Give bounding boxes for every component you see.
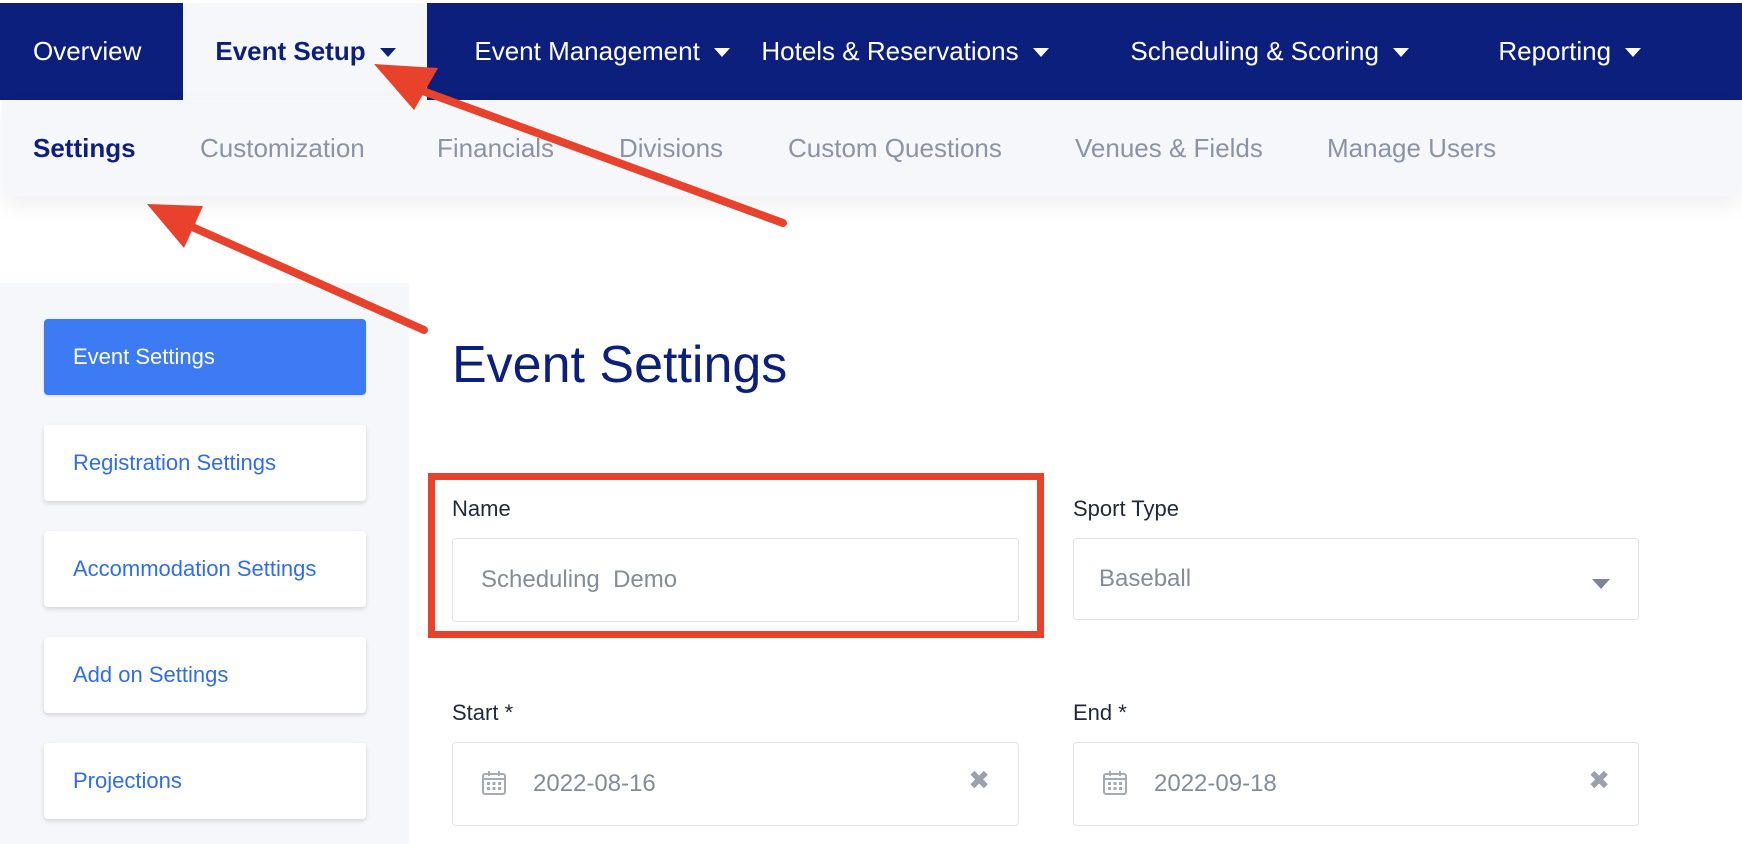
start-date-value: 2022-08-16 xyxy=(533,770,656,797)
subtab-manage-users[interactable]: Manage Users xyxy=(1327,100,1496,196)
settings-sidebar: Event Settings Registration Settings Acc… xyxy=(0,283,409,844)
annotation-arrowhead xyxy=(147,204,203,248)
sidebar-item-accommodation-settings[interactable]: Accommodation Settings xyxy=(44,531,366,607)
sidebar-item-registration-settings[interactable]: Registration Settings xyxy=(44,425,366,501)
app-root: Overview Event Setup Event Management Ho… xyxy=(0,0,1742,844)
top-nav: Overview Event Setup Event Management Ho… xyxy=(0,3,1742,100)
subtab-settings[interactable]: Settings xyxy=(33,100,136,196)
tab-hotels-reservations[interactable]: Hotels & Reservations xyxy=(761,3,1130,100)
tab-label: Overview xyxy=(33,36,142,66)
sidebar-item-label: Add on Settings xyxy=(73,662,229,687)
sub-nav: Settings Customization Financials Divisi… xyxy=(2,100,1742,196)
sidebar-item-label: Registration Settings xyxy=(73,450,276,475)
subtab-label: Settings xyxy=(33,132,136,163)
sidebar-item-label: Accommodation Settings xyxy=(73,556,317,581)
subtab-venues-fields[interactable]: Venues & Fields xyxy=(1075,100,1263,196)
chevron-down-icon xyxy=(1592,579,1610,589)
sport-type-select[interactable]: Baseball xyxy=(1073,538,1639,620)
caret-down-icon xyxy=(1625,48,1642,57)
subtab-label: Divisions xyxy=(619,132,724,163)
sidebar-item-event-settings[interactable]: Event Settings xyxy=(44,319,366,395)
tab-event-management[interactable]: Event Management xyxy=(427,3,761,100)
calendar-icon xyxy=(1103,771,1127,795)
sport-type-label: Sport Type xyxy=(1073,496,1179,521)
sidebar-item-label: Projections xyxy=(73,768,182,793)
tab-label: Hotels & Reservations xyxy=(761,36,1019,66)
sidebar-item-add-on-settings[interactable]: Add on Settings xyxy=(44,637,366,713)
page-title: Event Settings xyxy=(452,336,788,394)
caret-down-icon xyxy=(713,48,730,57)
tab-event-setup[interactable]: Event Setup xyxy=(183,3,428,100)
start-label: Start * xyxy=(452,700,514,725)
annotation-highlight-box xyxy=(428,473,1044,638)
tab-reporting[interactable]: Reporting xyxy=(1498,3,1642,100)
clear-icon[interactable]: ✖ xyxy=(968,765,990,796)
subtab-label: Customization xyxy=(200,132,365,163)
end-date-field[interactable]: 2022-09-18 ✖ xyxy=(1073,742,1639,826)
tab-scheduling-scoring[interactable]: Scheduling & Scoring xyxy=(1130,3,1498,100)
subtab-label: Custom Questions xyxy=(788,132,1002,163)
subtab-label: Manage Users xyxy=(1327,132,1497,163)
tab-label: Reporting xyxy=(1498,36,1612,66)
sidebar-item-projections[interactable]: Projections xyxy=(44,743,366,819)
end-date-value: 2022-09-18 xyxy=(1154,770,1277,797)
subtab-financials[interactable]: Financials xyxy=(437,100,554,196)
tab-label: Event Setup xyxy=(215,36,366,66)
caret-down-icon xyxy=(1032,48,1049,57)
tab-label: Event Management xyxy=(474,36,700,66)
subtab-custom-questions[interactable]: Custom Questions xyxy=(788,100,1002,196)
subtab-label: Venues & Fields xyxy=(1075,132,1263,163)
subtab-label: Financials xyxy=(437,132,555,163)
tab-overview[interactable]: Overview xyxy=(0,3,183,100)
subtab-divisions[interactable]: Divisions xyxy=(619,100,723,196)
tab-label: Scheduling & Scoring xyxy=(1130,36,1379,66)
caret-down-icon xyxy=(1392,48,1409,57)
calendar-icon xyxy=(482,771,506,795)
caret-down-icon xyxy=(379,48,396,57)
clear-icon[interactable]: ✖ xyxy=(1588,765,1610,796)
sidebar-item-label: Event Settings xyxy=(73,344,215,369)
end-label: End * xyxy=(1073,700,1127,725)
sport-type-value: Baseball xyxy=(1099,565,1192,592)
start-date-field[interactable]: 2022-08-16 ✖ xyxy=(452,742,1019,826)
subtab-customization[interactable]: Customization xyxy=(200,100,365,196)
